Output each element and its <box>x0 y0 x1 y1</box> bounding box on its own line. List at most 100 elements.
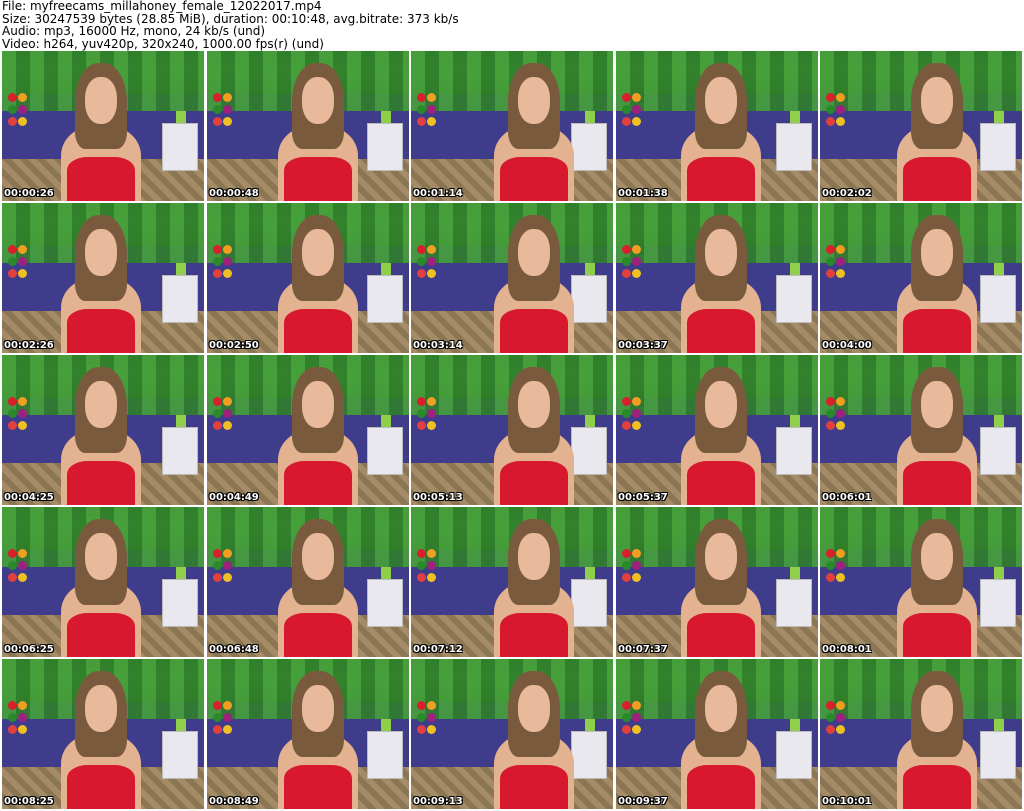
lamp <box>585 567 595 579</box>
video-thumbnail: 00:05:37 <box>616 355 818 505</box>
shelf <box>980 427 1016 475</box>
shelf <box>162 123 198 171</box>
person <box>277 215 359 353</box>
person <box>277 63 359 201</box>
lamp <box>994 263 1004 275</box>
timestamp-label: 00:08:49 <box>209 796 259 807</box>
shelf <box>367 731 403 779</box>
flower-decoration <box>622 245 644 305</box>
video-thumbnail: 00:02:02 <box>820 51 1022 201</box>
video-thumbnail: 00:10:01 <box>820 659 1022 809</box>
lamp <box>994 111 1004 123</box>
audio-info-line: Audio: mp3, 16000 Hz, mono, 24 kb/s (und… <box>2 24 266 38</box>
video-thumbnail: 00:04:25 <box>2 355 204 505</box>
video-thumbnail: 00:00:48 <box>207 51 409 201</box>
timestamp-label: 00:07:37 <box>618 644 668 655</box>
video-thumbnail: 00:05:13 <box>411 355 613 505</box>
person <box>493 367 575 505</box>
person <box>896 215 978 353</box>
lamp <box>176 719 186 731</box>
timestamp-label: 00:06:01 <box>822 492 872 503</box>
flower-decoration <box>417 549 439 609</box>
person <box>60 215 142 353</box>
shelf <box>162 275 198 323</box>
person <box>493 671 575 809</box>
video-thumbnail: 00:01:14 <box>411 51 613 201</box>
shelf <box>776 427 812 475</box>
timestamp-label: 00:09:13 <box>413 796 463 807</box>
timestamp-label: 00:04:25 <box>4 492 54 503</box>
person <box>896 367 978 505</box>
lamp <box>381 719 391 731</box>
lamp <box>176 263 186 275</box>
flower-decoration <box>826 93 848 153</box>
person <box>680 367 762 505</box>
shelf <box>571 275 607 323</box>
lamp <box>790 263 800 275</box>
video-thumbnail: 00:08:49 <box>207 659 409 809</box>
person <box>896 671 978 809</box>
timestamp-label: 00:04:49 <box>209 492 259 503</box>
lamp <box>790 415 800 427</box>
video-thumbnail: 00:09:37 <box>616 659 818 809</box>
person <box>680 519 762 657</box>
shelf <box>162 579 198 627</box>
lamp <box>790 719 800 731</box>
flower-decoration <box>8 93 30 153</box>
shelf <box>571 123 607 171</box>
person <box>277 519 359 657</box>
person <box>277 671 359 809</box>
timestamp-label: 00:08:25 <box>4 796 54 807</box>
timestamp-label: 00:06:48 <box>209 644 259 655</box>
video-thumbnail: 00:07:37 <box>616 507 818 657</box>
file-info-header: File: myfreecams_millahoney_female_12022… <box>2 0 1022 50</box>
flower-decoration <box>213 549 235 609</box>
video-thumbnail: 00:04:00 <box>820 203 1022 353</box>
video-thumbnail: 00:03:14 <box>411 203 613 353</box>
video-thumbnail: 00:09:13 <box>411 659 613 809</box>
timestamp-label: 00:04:00 <box>822 340 872 351</box>
video-thumbnail: 00:01:38 <box>616 51 818 201</box>
timestamp-label: 00:05:37 <box>618 492 668 503</box>
lamp <box>176 111 186 123</box>
video-thumbnail: 00:00:26 <box>2 51 204 201</box>
lamp <box>994 415 1004 427</box>
person <box>60 63 142 201</box>
flower-decoration <box>8 397 30 457</box>
timestamp-label: 00:10:01 <box>822 796 872 807</box>
lamp <box>381 415 391 427</box>
thumbnail-grid: 00:00:26 00:00:48 00:01:14 00:01:38 00:02:02… <box>2 51 1022 811</box>
video-thumbnail: 00:06:01 <box>820 355 1022 505</box>
flower-decoration <box>213 93 235 153</box>
file-name-line: File: myfreecams_millahoney_female_12022… <box>2 0 322 13</box>
person <box>680 671 762 809</box>
timestamp-label: 00:03:37 <box>618 340 668 351</box>
person <box>277 367 359 505</box>
flower-decoration <box>417 93 439 153</box>
person <box>60 671 142 809</box>
lamp <box>585 111 595 123</box>
video-thumbnail: 00:07:12 <box>411 507 613 657</box>
timestamp-label: 00:00:26 <box>4 188 54 199</box>
flower-decoration <box>417 397 439 457</box>
shelf <box>162 427 198 475</box>
lamp <box>381 111 391 123</box>
flower-decoration <box>622 549 644 609</box>
lamp <box>381 567 391 579</box>
shelf <box>367 123 403 171</box>
shelf <box>162 731 198 779</box>
lamp <box>585 415 595 427</box>
video-thumbnail: 00:06:25 <box>2 507 204 657</box>
timestamp-label: 00:02:02 <box>822 188 872 199</box>
shelf <box>980 123 1016 171</box>
timestamp-label: 00:01:38 <box>618 188 668 199</box>
flower-decoration <box>826 397 848 457</box>
person <box>493 215 575 353</box>
flower-decoration <box>417 701 439 761</box>
shelf <box>367 275 403 323</box>
flower-decoration <box>826 701 848 761</box>
lamp <box>381 263 391 275</box>
timestamp-label: 00:06:25 <box>4 644 54 655</box>
timestamp-label: 00:01:14 <box>413 188 463 199</box>
shelf <box>571 731 607 779</box>
